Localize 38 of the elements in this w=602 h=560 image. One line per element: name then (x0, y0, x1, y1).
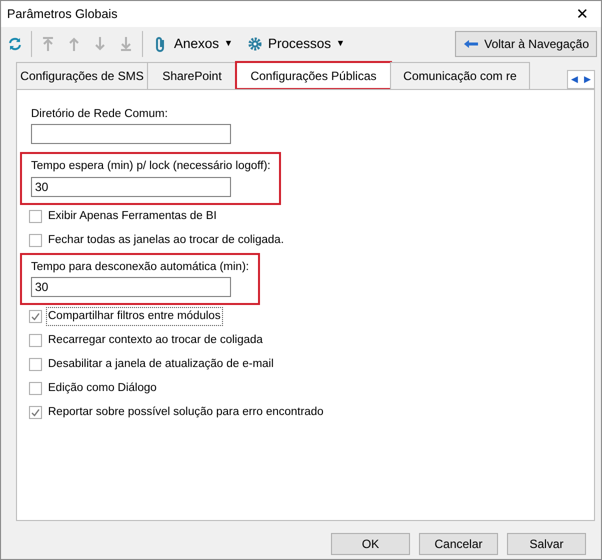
checkbox-label: Edição como Diálogo (47, 381, 158, 396)
checkbox-label: Fechar todas as janelas ao trocar de coligada. (47, 232, 285, 248)
tab-scroll-button[interactable]: ▶ (581, 70, 594, 88)
caret-icon[interactable]: ▼ (224, 37, 233, 51)
checkbox-label: Compartilhar filtros entre módulos (46, 307, 223, 326)
window-title: Parâmetros Globais (7, 6, 118, 23)
checkbox[interactable] (29, 334, 42, 348)
menu-label[interactable]: Anexos (174, 34, 220, 54)
checkbox-label: Recarregar contexto ao trocar de coligada (47, 333, 264, 348)
tab-scroll-button[interactable]: ◀ (568, 70, 581, 88)
close-button[interactable]: ✕ (570, 6, 595, 22)
checkbox[interactable] (29, 358, 42, 372)
arrow-left-icon (463, 39, 480, 49)
caret-icon[interactable]: ▼ (336, 37, 345, 51)
checkbox[interactable] (29, 210, 42, 223)
checkbox-label: Desabilitar a janela de atualização de e-mail (47, 357, 275, 372)
checkbox-label: Exibir Apenas Ferramentas de BI (47, 208, 218, 224)
tab[interactable]: Comunicação com re (390, 62, 530, 89)
back-button[interactable]: Voltar à Navegação (455, 31, 597, 57)
tab[interactable]: Configurações Públicas (236, 62, 391, 89)
tab[interactable]: Configurações de SMS (16, 62, 148, 89)
checkbox[interactable] (29, 406, 42, 420)
input-field[interactable]: 30 (31, 176, 231, 196)
checkbox[interactable] (29, 382, 42, 396)
checkbox[interactable] (29, 310, 42, 324)
field-label: Diretório de Rede Comum: (31, 107, 169, 122)
input-field[interactable]: 30 (31, 276, 231, 297)
checkbox-label: Reportar sobre possível solução para erro encontrado (47, 405, 325, 420)
dialog-button[interactable]: OK (331, 533, 410, 555)
field-label: Tempo para desconexão automática (min): (31, 260, 249, 274)
gear-icon (246, 36, 263, 52)
checkbox[interactable] (29, 234, 42, 247)
dialog-button[interactable]: Cancelar (419, 533, 498, 555)
field-label: Tempo espera (min) p/ lock (necessário logoff): (31, 159, 270, 174)
input-field[interactable] (31, 124, 231, 144)
dialog-button[interactable]: Salvar (507, 533, 586, 555)
refresh-icon[interactable] (7, 36, 23, 52)
menu-label[interactable]: Processos (268, 34, 331, 54)
